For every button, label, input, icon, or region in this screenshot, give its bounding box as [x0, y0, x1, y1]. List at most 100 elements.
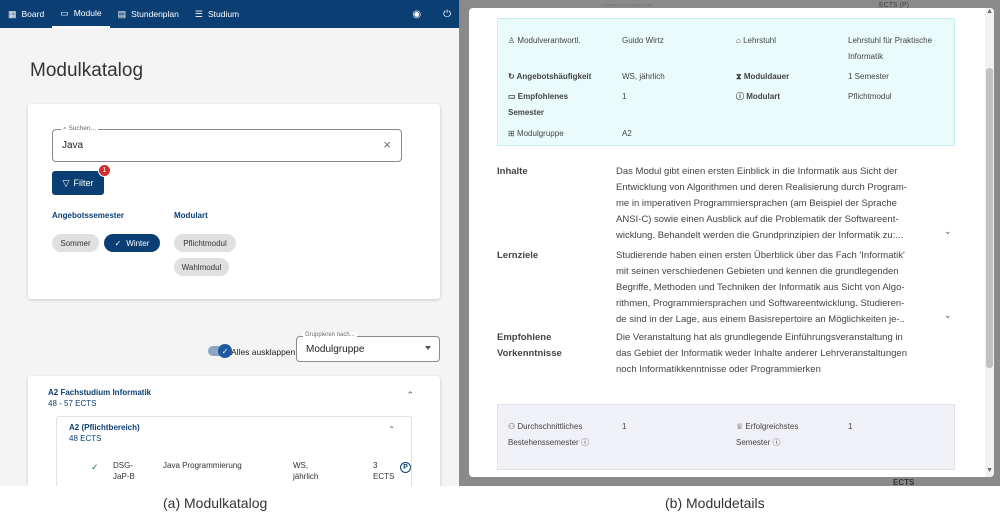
check-icon: ✓ [91, 462, 99, 472]
duration-label: ⧗ Moduldauer [736, 72, 790, 81]
chevron-down-icon[interactable]: ⌄ [944, 226, 952, 237]
caption-a: (a) Modulkatalog [163, 495, 268, 511]
scrollbar[interactable]: ▲ ▼ [985, 8, 994, 477]
semester-group-title: Angebotssemester [52, 211, 125, 220]
filter-icon: ▽ [62, 177, 70, 188]
module-icon: ▭ [60, 7, 69, 18]
success-semester-label: ♕ Erfolgreichstes Semester ⓘ [736, 422, 799, 447]
filter-label: Filter [73, 178, 94, 188]
expand-all-label: Alles ausklappen [231, 347, 296, 357]
hourglass-icon: ⧗ [736, 72, 742, 81]
frequency-label: ↻ Angebotshäufigkeit [508, 72, 592, 81]
chevron-down-icon[interactable]: ⌄ [944, 310, 952, 321]
module-group-card: A2 Fachstudium Informatik 48 - 57 ECTS ⌃… [28, 376, 440, 486]
module-code: DSG- JaP-B [113, 461, 135, 481]
nav-module[interactable]: ▭ Module [52, 0, 110, 28]
search-value: Java [62, 140, 84, 151]
catalog-screenshot: ▦ Board ▭ Module ▤ Stundenplan ☰ Studium… [0, 0, 459, 486]
clear-icon[interactable]: × [383, 137, 391, 152]
frequency-value: WS, jährlich [622, 72, 665, 81]
semester-value: 1 [622, 92, 627, 101]
list-icon: ☰ [194, 8, 203, 19]
section-content-text: Das Modul gibt einen ersten Einblick in … [616, 166, 907, 241]
subgroup-ects: 48 ECTS [69, 434, 102, 443]
search-input[interactable]: ⌕ Suchen... Java × [52, 125, 402, 162]
semester-label: ▭ Empfohlenes Semester [508, 92, 569, 117]
chevron-up-icon[interactable]: ⌃ [388, 425, 395, 434]
chair-value: Lehrstuhl für Praktische Informatik [848, 36, 933, 61]
module-frequency: WS, jährlich [293, 461, 319, 481]
info-icon[interactable]: ⓘ [581, 438, 589, 447]
check-icon: ✓ [218, 344, 232, 358]
section-prereq-text: Die Veranstaltung hat als grundlegende E… [616, 332, 907, 375]
scroll-down-icon[interactable]: ▼ [986, 467, 993, 474]
section-goals-text: Studierende haben einen ersten Überblick… [616, 250, 905, 325]
section-goals-label: Lernziele [497, 250, 539, 261]
filter-button[interactable]: ▽ Filter 1 [52, 164, 111, 195]
subgroup-card: A2 (Pflichtbereich) 48 ECTS ⌃ ✓ DSG- JaP… [56, 416, 412, 486]
info-icon[interactable]: ⓘ [772, 438, 780, 447]
type-value: Pflichtmodul [848, 92, 892, 101]
group-label: ⊞ Modulgruppe [508, 129, 564, 138]
scroll-up-icon[interactable]: ▲ [986, 8, 993, 15]
account-icon[interactable]: ◉ [412, 9, 421, 20]
group-title[interactable]: A2 Fachstudium Informatik [48, 388, 151, 397]
grid-icon: ⊞ [508, 129, 515, 138]
section-content-label: Inhalte [497, 166, 528, 177]
chip-winter[interactable]: ✓ Winter [104, 234, 160, 252]
power-icon[interactable]: ⏻ [443, 9, 451, 20]
building-icon: ⌂ [736, 36, 741, 45]
success-semester-value: 1 [848, 422, 853, 431]
top-navigation: ▦ Board ▭ Module ▤ Stundenplan ☰ Studium… [0, 0, 459, 28]
chevron-up-icon[interactable]: ⌃ [406, 390, 414, 401]
section-prereq-label: Empfohlene Vorkenntnisse [497, 332, 562, 359]
group-ects: 48 - 57 ECTS [48, 399, 97, 408]
chip-wahlmodul[interactable]: Wahlmodul [174, 258, 229, 276]
responsible-label: ♙ Modulverantwortl. [508, 36, 581, 45]
nav-actions: ◉ ⏻ [412, 0, 451, 28]
background-text: ECTS [893, 478, 915, 486]
nav-board-label: Board [21, 9, 45, 19]
search-card: ⌕ Suchen... Java × ▽ Filter 1 Angebotsse… [28, 104, 440, 299]
module-info-box: ♙ Modulverantwortl. Guido Wirtz ⌂ Lehrst… [497, 18, 955, 146]
statistics-box: ⚇ Durchschnittliches Bestehenssemester ⓘ… [497, 404, 955, 470]
caret-down-icon [425, 346, 431, 350]
module-details-sheet: ▲ ▼ ♙ Modulverantwortl. Guido Wirtz ⌂ Le… [469, 8, 994, 477]
nav-stundenplan-label: Stundenplan [131, 9, 179, 19]
nav-board[interactable]: ▦ Board [0, 0, 52, 28]
check-icon: ✓ [114, 238, 122, 248]
info-icon: ⓘ [736, 92, 744, 101]
group-by-value: Modulgruppe [306, 344, 365, 355]
group-by-select[interactable]: Gruppieren nach... Modulgruppe [296, 332, 440, 362]
repeat-icon: ↻ [508, 72, 515, 81]
nav-module-label: Module [73, 8, 102, 18]
people-icon: ⚇ [508, 422, 516, 431]
type-label: ⓘ Modulart [736, 92, 781, 101]
avg-semester-value: 1 [622, 422, 627, 431]
module-ects: 3 ECTS [373, 461, 395, 481]
caption-b: (b) Moduldetails [665, 495, 765, 511]
nav-stundenplan[interactable]: ▤ Stundenplan [110, 0, 187, 28]
chip-sommer[interactable]: Sommer [52, 234, 99, 252]
calendar-icon: ▭ [508, 92, 516, 101]
search-label: ⌕ Suchen... [61, 125, 98, 133]
trophy-icon: ♕ [736, 422, 744, 431]
page-title: Modulkatalog [30, 60, 144, 81]
list-toolbar: ✓ Alles ausklappen Gruppieren nach... Mo… [28, 332, 440, 364]
nav-studium[interactable]: ☰ Studium [187, 0, 247, 28]
group-by-label: Gruppieren nach... [303, 332, 357, 338]
search-icon: ⌕ [63, 125, 67, 132]
person-icon: ♙ [508, 36, 516, 45]
filter-count-badge: 1 [98, 164, 111, 177]
expand-all-toggle[interactable]: ✓ [208, 344, 232, 358]
group-value: A2 [622, 129, 632, 138]
module-name: Java Programmierung [163, 461, 242, 470]
scrollbar-thumb[interactable] [986, 68, 993, 368]
pflicht-icon: P [400, 462, 411, 473]
chip-pflichtmodul[interactable]: Pflichtmodul [174, 234, 236, 252]
board-icon: ▦ [8, 8, 17, 19]
nav-studium-label: Studium [207, 9, 240, 19]
subgroup-title[interactable]: A2 (Pflichtbereich) [69, 423, 140, 432]
duration-value: 1 Semester [848, 72, 889, 81]
type-group-title: Modulart [174, 211, 208, 220]
